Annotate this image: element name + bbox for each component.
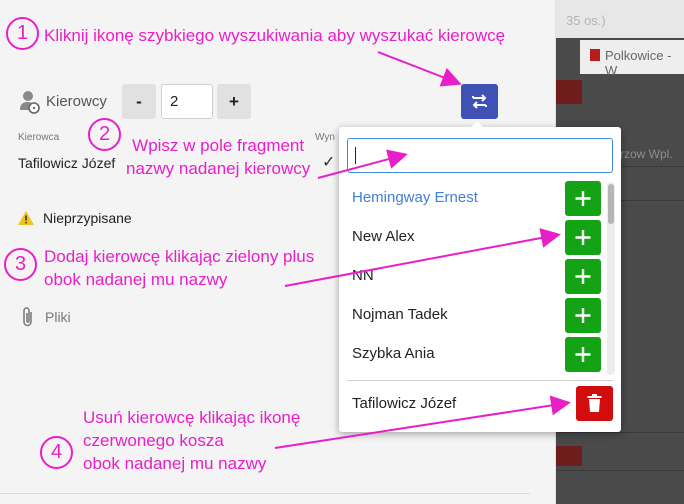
step-number-3: 3 xyxy=(4,248,37,281)
instruction-step-1: Kliknij ikonę szybkiego wyszukiwania aby… xyxy=(44,26,506,45)
step-number-2: 2 xyxy=(88,118,121,151)
instruction-step-2: Wpisz w pole fragment nazwy nadanej kier… xyxy=(126,136,311,178)
step-number-4: 4 xyxy=(40,436,73,469)
instruction-step-3: Dodaj kierowcę klikając zielony plus obo… xyxy=(44,247,315,289)
step-number-1: 1 xyxy=(6,17,39,50)
instruction-step-4: Usuń kierowcę klikając ikonę czerwonego … xyxy=(83,408,301,473)
